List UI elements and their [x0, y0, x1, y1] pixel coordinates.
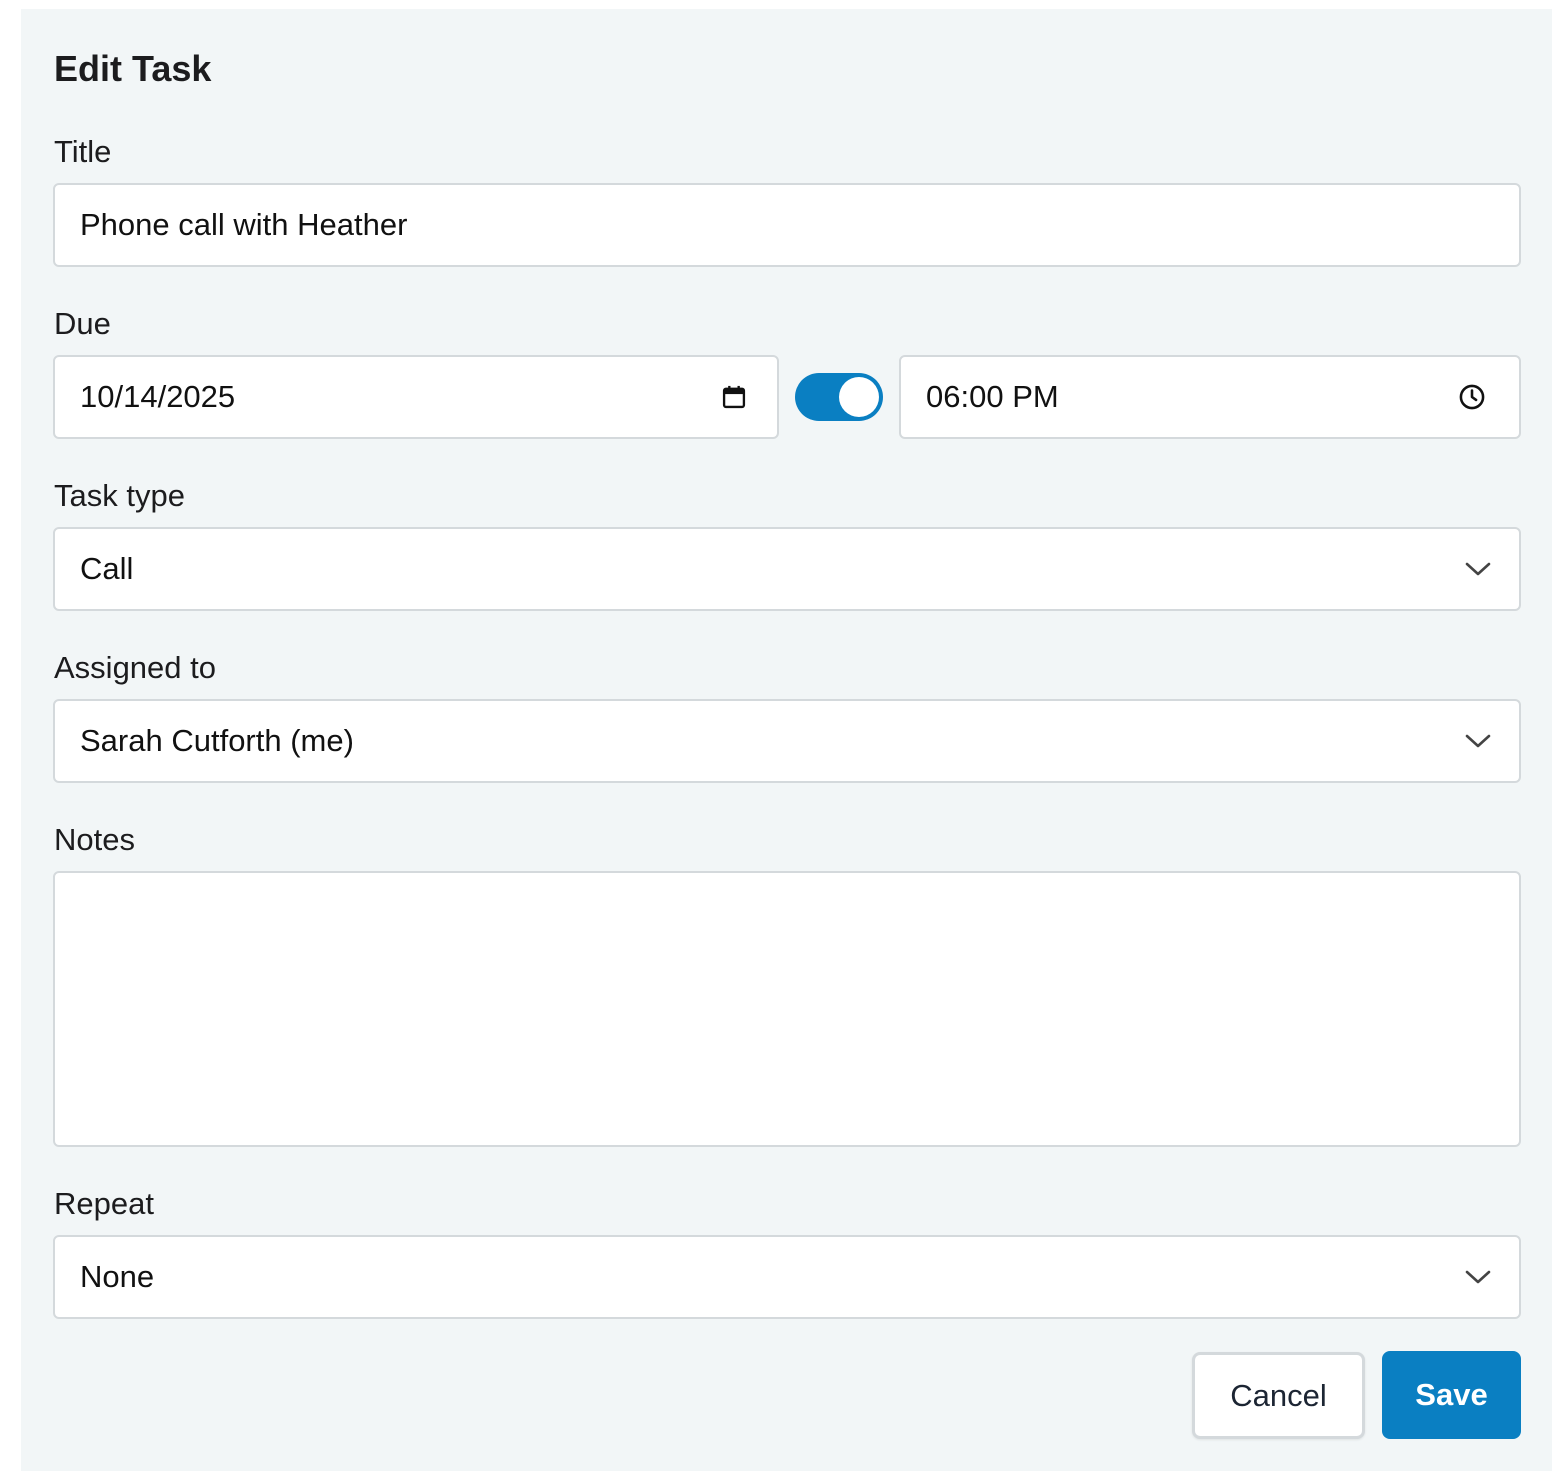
- assigned-to-label: Assigned to: [54, 650, 216, 685]
- notes-label: Notes: [54, 822, 135, 857]
- notes-textarea[interactable]: [53, 871, 1521, 1147]
- assigned-to-value: Sarah Cutforth (me): [80, 723, 354, 758]
- calendar-icon[interactable]: [719, 382, 749, 412]
- chevron-down-icon: [1463, 726, 1493, 756]
- clock-icon[interactable]: [1457, 382, 1487, 412]
- due-label: Due: [54, 306, 111, 341]
- due-date-value: 10/14/2025: [80, 379, 236, 414]
- task-type-select[interactable]: Call: [53, 527, 1521, 611]
- due-time-value: 06:00 PM: [926, 379, 1059, 414]
- save-button[interactable]: Save: [1382, 1351, 1521, 1439]
- repeat-select[interactable]: None: [53, 1235, 1521, 1319]
- task-type-value: Call: [80, 551, 134, 586]
- repeat-label: Repeat: [54, 1186, 154, 1221]
- chevron-down-icon: [1463, 554, 1493, 584]
- title-input[interactable]: Phone call with Heather: [53, 183, 1521, 267]
- cancel-button[interactable]: Cancel: [1192, 1352, 1365, 1439]
- task-type-label: Task type: [54, 478, 185, 513]
- repeat-value: None: [80, 1259, 155, 1294]
- toggle-knob: [839, 377, 879, 417]
- edit-task-panel: Edit Task Title Phone call with Heather …: [21, 9, 1552, 1471]
- title-input-value: Phone call with Heather: [80, 207, 408, 242]
- title-label: Title: [54, 134, 112, 169]
- page-title: Edit Task: [54, 48, 212, 89]
- assigned-to-select[interactable]: Sarah Cutforth (me): [53, 699, 1521, 783]
- due-time-toggle[interactable]: [795, 373, 883, 421]
- chevron-down-icon: [1463, 1262, 1493, 1292]
- due-time-input[interactable]: 06:00 PM: [899, 355, 1521, 439]
- due-date-input[interactable]: 10/14/2025: [53, 355, 779, 439]
